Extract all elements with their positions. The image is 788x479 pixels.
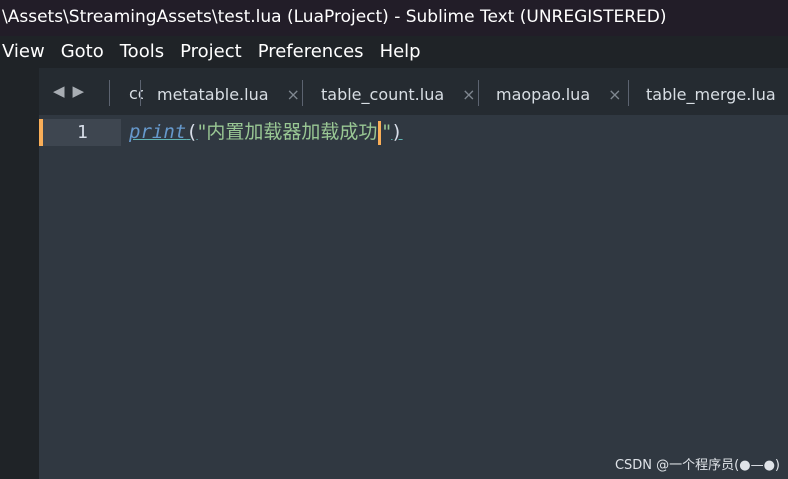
menu-preferences[interactable]: Preferences: [250, 36, 372, 68]
tab-separator: [478, 80, 479, 106]
menu-tools[interactable]: Tools: [112, 36, 172, 68]
tab-label: metatable.lua: [157, 84, 269, 104]
tab-separator: [109, 80, 110, 106]
code-function: print: [129, 121, 187, 143]
tab-table-count[interactable]: table_count.lua ×: [321, 78, 476, 110]
code-line[interactable]: print("内置加载器加载成功 "): [129, 119, 403, 146]
tab-close-icon[interactable]: ×: [608, 85, 621, 104]
tab-close-icon[interactable]: ×: [462, 85, 475, 104]
tab-table-merge[interactable]: table_merge.lua ×: [646, 78, 788, 110]
tab-metatable[interactable]: metatable.lua ×: [157, 78, 300, 110]
tab-separator: [302, 80, 303, 106]
tab-label: maopao.lua: [496, 84, 591, 104]
window-title: \Assets\StreamingAssets\test.lua (LuaPro…: [0, 0, 788, 36]
code-editor[interactable]: 1 print("内置加载器加载成功 "): [39, 115, 788, 479]
line-number: 1: [77, 122, 88, 143]
tab-bar: ◀ ▶ co metatable.lua × table_count.lua ×…: [39, 68, 788, 115]
tab-label: table_count.lua: [321, 84, 445, 104]
code-open-paren: (: [186, 121, 198, 143]
tab-nav: ◀ ▶: [53, 82, 84, 100]
tab-label: table_merge.lua: [646, 84, 776, 104]
text-caret: [378, 120, 382, 145]
menu-bar: View Goto Tools Project Preferences Help: [0, 36, 788, 68]
tab-separator: [628, 80, 629, 106]
menu-help[interactable]: Help: [372, 36, 429, 68]
menu-project[interactable]: Project: [172, 36, 250, 68]
code-close-paren: ): [391, 121, 403, 143]
tab-separator: [140, 80, 141, 106]
code-string: "内置加载器加载成功: [197, 121, 378, 143]
tab-nav-left-icon[interactable]: ◀: [53, 82, 65, 100]
watermark: CSDN @一个程序员(●—●): [614, 458, 780, 473]
tab-close-icon[interactable]: ×: [287, 85, 300, 104]
code-string-end: ": [382, 121, 392, 143]
side-bar: [0, 68, 39, 479]
menu-view[interactable]: View: [0, 36, 53, 68]
tab-nav-right-icon[interactable]: ▶: [73, 82, 85, 100]
modified-line-marker: [39, 119, 43, 146]
tab-maopao[interactable]: maopao.lua ×: [496, 78, 622, 110]
menu-goto[interactable]: Goto: [53, 36, 112, 68]
